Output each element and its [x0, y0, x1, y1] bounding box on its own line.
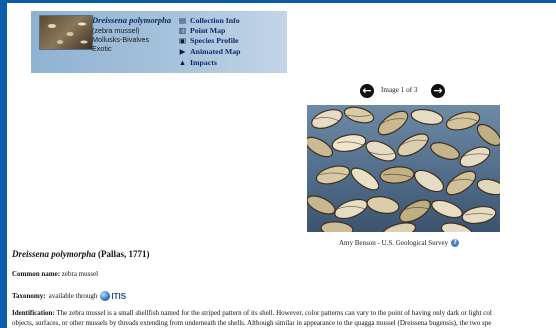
help-icon[interactable]: ? [451, 239, 460, 248]
common-name-row: Common name: zebra mussel [12, 270, 98, 278]
collection-info-label: Collection Info [190, 16, 240, 25]
impacts-link[interactable]: ▲ Impacts [178, 58, 217, 67]
taxonomy-value: available through [48, 292, 98, 300]
species-common-name: (zebra mussel) [92, 26, 140, 35]
common-name-value: zebra mussel [61, 270, 99, 278]
mussel-photo-graphic [307, 106, 500, 232]
photo-credit: Amy Benson - U.S. Geological Survey? [339, 239, 460, 248]
profile-scientific-name: Dreissena polymorpha [12, 249, 96, 259]
next-image-button[interactable]: → [431, 84, 445, 98]
identification-line-1: Identification: The zebra mussel is a sm… [12, 309, 492, 317]
warning-icon: ▲ [178, 58, 187, 67]
taxonomy-label: Taxonomy: [12, 292, 46, 300]
itis-link[interactable]: ITIS [100, 291, 126, 301]
itis-globe-icon [100, 291, 111, 301]
identification-label: Identification: [12, 309, 55, 317]
species-status: Exotic [92, 44, 112, 53]
collection-info-link[interactable]: ▤ Collection Info [178, 16, 240, 25]
species-name: Dreissena polymorpha [92, 15, 172, 25]
itis-label: ITIS [111, 291, 127, 301]
arrow-left-icon: ← [362, 84, 372, 97]
previous-image-button[interactable]: ← [360, 84, 374, 98]
map-icon: ▥ [178, 26, 187, 35]
identification-line-2: objects, surfaces, or other mussels by t… [12, 319, 491, 327]
animated-map-link[interactable]: ▶ Animated Map [178, 47, 241, 56]
identification-text-1: The zebra mussel is a small shellfish na… [56, 309, 492, 317]
arrow-right-icon: → [433, 84, 443, 97]
species-photo[interactable] [307, 105, 500, 232]
profile-author: (Pallas, 1771) [98, 249, 150, 259]
species-profile-link[interactable]: ▣ Species Profile [178, 36, 239, 45]
table-icon: ▤ [178, 16, 187, 25]
photo-credit-text: Amy Benson - U.S. Geological Survey [339, 239, 449, 247]
play-icon: ▶ [179, 47, 186, 56]
profile-icon: ▣ [178, 36, 187, 45]
content-frame: Dreissena polymorpha (zebra mussel) Moll… [7, 3, 556, 328]
common-name-label: Common name: [12, 270, 61, 278]
profile-title: Dreissena polymorpha (Pallas, 1771) [12, 249, 150, 259]
species-header-banner: Dreissena polymorpha (zebra mussel) Moll… [31, 11, 287, 73]
point-map-label: Point Map [190, 26, 226, 35]
species-group: Mollusks-Bivalves [92, 35, 150, 44]
animated-map-label: Animated Map [190, 47, 241, 56]
taxonomy-row: Taxonomy: available through ITIS [12, 291, 126, 301]
species-profile-label: Species Profile [190, 36, 239, 45]
image-counter: Image 1 of 3 [381, 86, 418, 94]
species-thumbnail[interactable] [39, 15, 93, 50]
identification-text-2: objects, surfaces, or other mussels by t… [12, 319, 492, 327]
point-map-link[interactable]: ▥ Point Map [178, 26, 225, 35]
impacts-label: Impacts [190, 58, 217, 67]
